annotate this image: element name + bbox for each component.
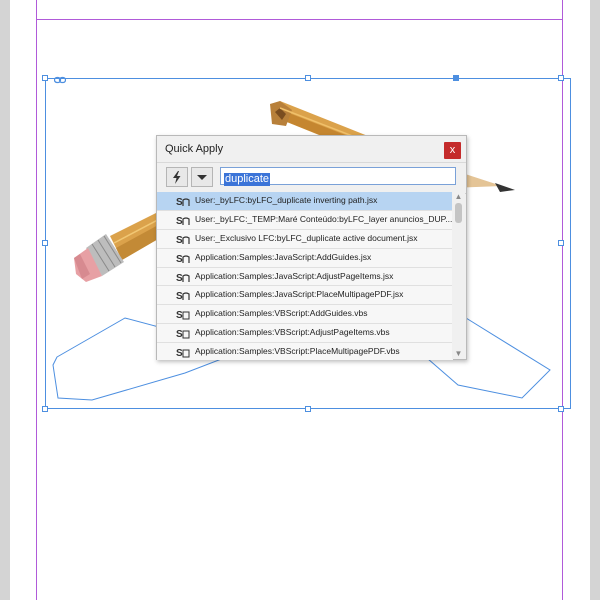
script-icon: S (176, 254, 190, 264)
list-item[interactable]: S Application:Samples:VBScript:AdjustPage… (157, 324, 453, 344)
scroll-down-arrow[interactable]: ▼ (452, 349, 465, 359)
handle-reference-point[interactable] (453, 75, 459, 81)
handle-bottom-right[interactable] (558, 406, 564, 412)
results-list: S User:_byLFC:byLFC_duplicate inverting p… (157, 192, 453, 360)
svg-text:S: S (176, 197, 183, 207)
svg-text:S: S (176, 254, 183, 264)
scroll-thumb[interactable] (455, 203, 462, 223)
list-item[interactable]: S Application:Samples:JavaScript:PlaceMul… (157, 286, 453, 306)
panel-toolbar: duplicate (157, 162, 466, 194)
script-icon: S (176, 216, 190, 226)
vbscript-icon: S (176, 310, 190, 320)
list-item[interactable]: S Application:Samples:JavaScript:AddGuide… (157, 249, 453, 268)
close-button[interactable]: x (444, 142, 461, 159)
vbscript-icon: S (176, 329, 190, 339)
script-icon: S (176, 235, 190, 245)
lightning-icon (173, 171, 181, 184)
search-input-value: duplicate (224, 173, 271, 186)
list-item[interactable]: S User:_Exclusivo LFC:byLFC_duplicate act… (157, 230, 453, 249)
handle-middle-right[interactable] (558, 240, 564, 246)
svg-text:S: S (176, 348, 183, 358)
handle-bottom-middle[interactable] (305, 406, 311, 412)
search-input[interactable]: duplicate (220, 167, 456, 186)
handle-middle-left[interactable] (42, 240, 48, 246)
panel-title: Quick Apply (165, 143, 224, 155)
lightning-button[interactable] (166, 167, 188, 187)
list-item-label: User:_byLFC:byLFC_duplicate inverting pa… (195, 195, 378, 205)
list-item-label: Application:Samples:JavaScript:AdjustPag… (195, 270, 394, 281)
script-icon: S (176, 291, 190, 301)
list-item-label: User:_byLFC:_TEMP:Maré Conteúdo:byLFC_la… (195, 213, 453, 224)
handle-top-middle[interactable] (305, 75, 311, 81)
svg-text:S: S (176, 291, 183, 301)
svg-text:S: S (176, 235, 183, 245)
vbscript-icon: S (176, 348, 190, 358)
link-icon[interactable] (54, 76, 66, 84)
svg-text:S: S (176, 273, 183, 283)
handle-top-right[interactable] (558, 75, 564, 81)
script-icon: S (176, 197, 190, 207)
svg-text:S: S (176, 216, 183, 226)
list-item-label: Application:Samples:VBScript:AddGuides.v… (195, 308, 368, 319)
svg-text:S: S (176, 310, 183, 320)
list-item-label: Application:Samples:VBScript:PlaceMultip… (195, 346, 400, 357)
scroll-up-arrow[interactable]: ▲ (452, 192, 465, 202)
list-item[interactable]: S User:_byLFC:_TEMP:Maré Conteúdo:byLFC_l… (157, 211, 453, 230)
list-item[interactable]: S Application:Samples:JavaScript:AdjustPa… (157, 268, 453, 287)
list-item-label: Application:Samples:JavaScript:AddGuides… (195, 251, 372, 262)
quick-apply-panel: Quick Apply x duplicate S User:_byLFC:byL… (156, 135, 467, 360)
list-item-label: Application:Samples:VBScript:AdjustPageI… (195, 327, 390, 338)
list-item-label: User:_Exclusivo LFC:byLFC_duplicate acti… (195, 232, 418, 243)
handle-bottom-left[interactable] (42, 406, 48, 412)
dropdown-arrow-icon (197, 175, 207, 180)
list-item-label: Application:Samples:JavaScript:PlaceMult… (195, 289, 404, 300)
list-item[interactable]: S Application:Samples:VBScript:PlaceMulti… (157, 343, 453, 360)
scrollbar[interactable]: ▲ ▼ (452, 192, 465, 359)
handle-top-left[interactable] (42, 75, 48, 81)
script-icon: S (176, 273, 190, 283)
svg-text:S: S (176, 329, 183, 339)
list-item[interactable]: S User:_byLFC:byLFC_duplicate inverting p… (157, 192, 453, 211)
options-dropdown-button[interactable] (191, 167, 213, 187)
list-item[interactable]: S Application:Samples:VBScript:AddGuides.… (157, 305, 453, 325)
